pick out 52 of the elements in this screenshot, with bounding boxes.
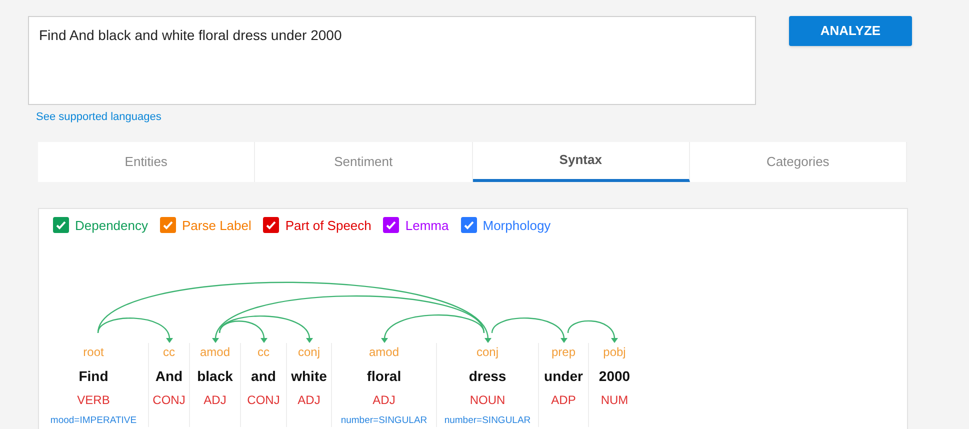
checkbox[interactable] [53, 217, 69, 234]
part-of-speech: CONJ [152, 392, 186, 409]
tab[interactable]: Categories [690, 142, 907, 182]
parse-label: amod [200, 344, 230, 361]
parse-label: amod [368, 344, 400, 361]
token-word: dress [468, 367, 506, 386]
tab[interactable]: Syntax [472, 142, 690, 182]
legend-label: Part of Speech [285, 216, 372, 235]
morphology: mood=IMPERATIVE [50, 414, 137, 428]
analyze-button[interactable]: ANALYZE [789, 16, 912, 46]
checkbox[interactable] [160, 217, 176, 234]
token-word: and [251, 367, 276, 386]
checkbox[interactable] [263, 217, 280, 234]
part-of-speech: VERB [77, 392, 110, 409]
part-of-speech: NUM [600, 392, 628, 409]
parse-label: cc [258, 344, 270, 361]
check-icon [162, 219, 174, 232]
check-icon [55, 219, 67, 232]
legend-label: Morphology [482, 216, 551, 235]
token-word: under [544, 367, 583, 386]
token-word: floral [366, 367, 402, 386]
part-of-speech: CONJ [247, 392, 280, 409]
text-input[interactable]: Find And black and white floral dress under 2000 [28, 16, 756, 105]
token-word: 2000 [598, 367, 630, 386]
checkbox[interactable] [383, 217, 400, 234]
legend-label: Lemma [405, 216, 449, 234]
parse-label: conj [298, 344, 320, 361]
supported-languages-link[interactable]: See supported languages [36, 109, 756, 126]
tab[interactable]: Entities [38, 142, 256, 182]
token-word: And [155, 367, 183, 386]
part-of-speech: ADJ [298, 392, 320, 409]
part-of-speech: NOUN [470, 392, 506, 409]
morphology: number=SINGULAR [444, 414, 531, 428]
parse-label: conj [476, 344, 498, 361]
parse-label: pobj [603, 344, 626, 361]
parse-label: root [83, 344, 104, 361]
part-of-speech: ADJ [204, 392, 226, 409]
token-word: Find [78, 367, 108, 386]
check-icon [265, 219, 278, 232]
parse-label: prep [551, 344, 576, 361]
check-icon [462, 219, 475, 232]
legend-label: Dependency [75, 216, 148, 235]
tab[interactable]: Sentiment [255, 142, 472, 182]
check-icon [385, 219, 398, 232]
checkbox[interactable] [460, 217, 477, 234]
morphology: number=SINGULAR [340, 414, 428, 428]
part-of-speech: ADP [551, 392, 576, 409]
part-of-speech: ADJ [372, 392, 396, 409]
legend-label: Parse Label [182, 216, 252, 234]
token-word: white [291, 367, 327, 386]
token-word: black [197, 367, 233, 386]
parse-label: cc [163, 344, 175, 361]
